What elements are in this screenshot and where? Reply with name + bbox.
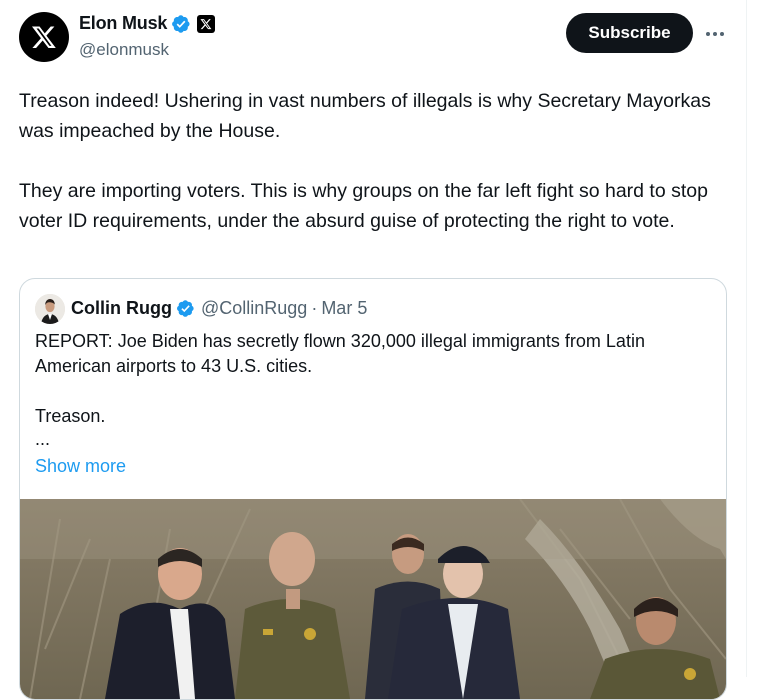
meta-separator: · bbox=[311, 298, 318, 318]
person-avatar-icon bbox=[35, 294, 65, 324]
tweet-paragraph: They are importing voters. This is why g… bbox=[19, 180, 708, 232]
verified-badge-icon[interactable] bbox=[176, 299, 195, 318]
quoted-author-row: Collin Rugg @CollinRugg · Mar 5 bbox=[71, 298, 367, 319]
tweet-text: Treason indeed! Ushering in vast numbers… bbox=[19, 86, 729, 236]
author-name-row: Elon Musk bbox=[79, 13, 216, 34]
author-display-name[interactable]: Elon Musk bbox=[79, 13, 167, 34]
quoted-tweet-date[interactable]: Mar 5 bbox=[321, 298, 367, 319]
quoted-tweet-card[interactable]: Collin Rugg @CollinRugg · Mar 5 REPORT: … bbox=[19, 278, 727, 700]
quoted-author-name[interactable]: Collin Rugg bbox=[71, 298, 172, 319]
video-thumbnail bbox=[20, 499, 726, 699]
quoted-author-avatar[interactable] bbox=[35, 294, 65, 324]
quoted-media-image[interactable] bbox=[20, 499, 726, 699]
truncation-ellipsis: ... bbox=[35, 429, 51, 449]
quoted-paragraph: REPORT: Joe Biden has secretly flown 320… bbox=[35, 331, 645, 376]
quoted-tweet-text: REPORT: Joe Biden has secretly flown 320… bbox=[35, 329, 715, 429]
author-avatar[interactable] bbox=[19, 12, 69, 62]
show-more-link[interactable]: Show more bbox=[35, 456, 126, 477]
timeline-border bbox=[746, 0, 747, 677]
x-logo-icon bbox=[31, 26, 56, 49]
subscribe-button[interactable]: Subscribe bbox=[566, 13, 693, 53]
author-handle[interactable]: @elonmusk bbox=[79, 40, 169, 60]
more-options-button[interactable] bbox=[703, 22, 727, 46]
quoted-paragraph: Treason. bbox=[35, 406, 106, 426]
x-affiliation-badge[interactable] bbox=[197, 14, 216, 33]
quoted-author-handle[interactable]: @CollinRugg bbox=[201, 298, 307, 319]
verified-badge-icon[interactable] bbox=[171, 14, 191, 34]
tweet-paragraph: Treason indeed! Ushering in vast numbers… bbox=[19, 90, 711, 142]
more-horizontal-icon bbox=[706, 32, 724, 36]
x-logo-icon bbox=[200, 18, 212, 29]
